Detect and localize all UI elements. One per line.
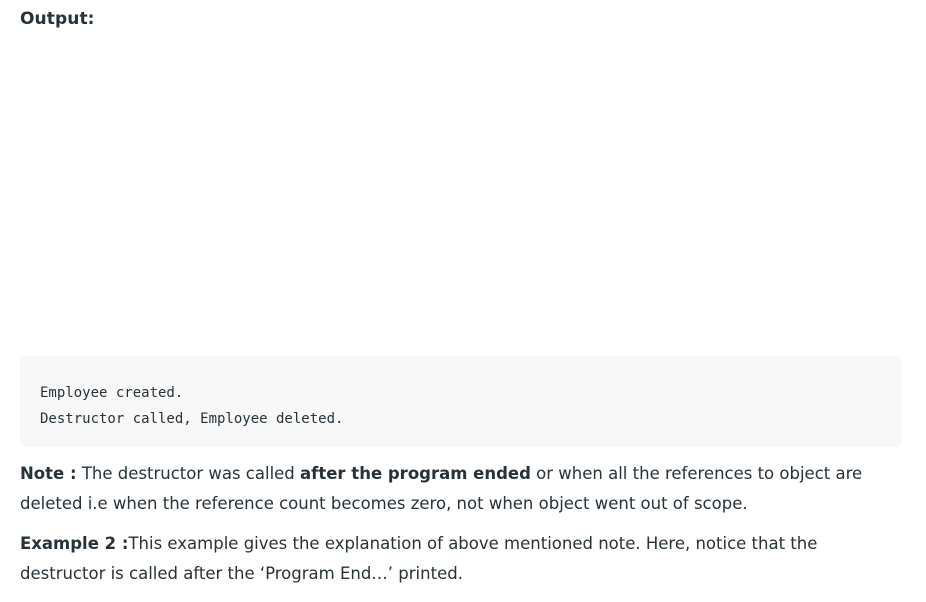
code-output-block: Employee created. Destructor called, Emp… (20, 356, 902, 447)
example-text: This example gives the explanation of ab… (20, 534, 818, 583)
code-output-line: Destructor called, Employee deleted. (40, 411, 344, 427)
output-heading: Output: (20, 9, 95, 29)
example-paragraph: Example 2 :This example gives the explan… (20, 529, 906, 589)
note-label: Note : (20, 464, 77, 483)
code-output-line: Employee created. (40, 385, 184, 401)
blank-output-area (20, 40, 902, 350)
note-emphasis: after the program ended (300, 464, 531, 483)
note-text-before: The destructor was called (76, 464, 301, 483)
note-paragraph: Note : The destructor was called after t… (20, 459, 906, 519)
example-label: Example 2 : (20, 534, 129, 553)
